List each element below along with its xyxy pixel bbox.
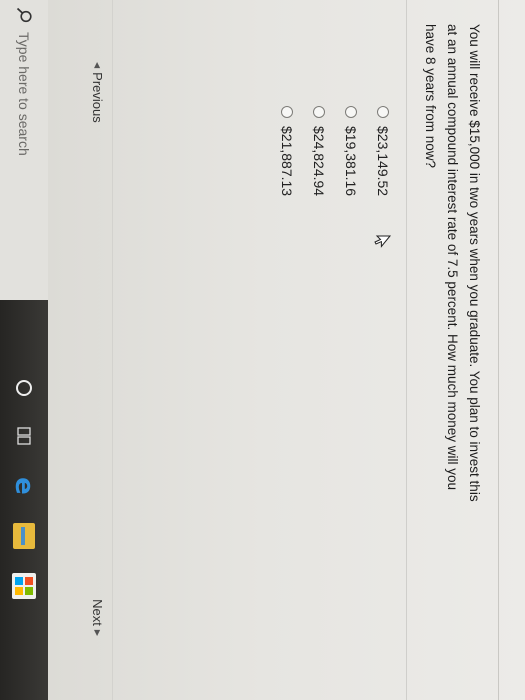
question-line-3: have 8 years from now? (423, 24, 438, 169)
previous-button[interactable]: ◀ Previous (90, 58, 105, 123)
file-explorer-button[interactable] (10, 522, 38, 550)
search-icon (16, 7, 32, 23)
radio-button[interactable] (345, 106, 357, 118)
next-label: Next (90, 599, 105, 626)
chevron-right-icon: ▶ (93, 629, 102, 636)
quiz-panel: You will receive $15,000 in two years wh… (48, 0, 525, 700)
previous-label: Previous (90, 72, 105, 123)
choice-label: $24,824.94 (311, 126, 327, 197)
choice-label: $23,149.52 (375, 126, 391, 197)
next-button[interactable]: Next ▶ (90, 599, 105, 640)
choice-label: $19,381.16 (343, 126, 359, 197)
task-view-button[interactable] (10, 422, 38, 450)
divider (498, 0, 499, 700)
chevron-left-icon: ◀ (93, 62, 102, 69)
question-text: You will receive $15,000 in two years wh… (419, 24, 485, 584)
mouse-cursor-icon (374, 235, 392, 248)
taskbar-search[interactable] (0, 0, 48, 300)
screen: You will receive $15,000 in two years wh… (0, 0, 525, 700)
radio-button[interactable] (377, 106, 389, 118)
cortana-button[interactable] (10, 374, 38, 402)
choice-4[interactable]: $21,887.13 (277, 106, 297, 196)
choice-label: $21,887.13 (279, 126, 295, 197)
choice-2[interactable]: $19,381.16 (341, 106, 361, 196)
divider (406, 0, 407, 700)
cortana-icon (16, 380, 32, 396)
choice-1[interactable]: $23,149.52 (373, 106, 393, 196)
question-line-2: at an annual compound interest rate of 7… (445, 24, 460, 491)
divider (112, 0, 113, 700)
store-icon (12, 573, 36, 599)
radio-button[interactable] (313, 106, 325, 118)
edge-button[interactable]: e (9, 472, 39, 500)
radio-button[interactable] (281, 106, 293, 118)
task-view-icon (17, 427, 31, 445)
search-input[interactable] (15, 30, 33, 294)
edge-browser-icon: e (9, 477, 39, 495)
folder-icon (13, 523, 35, 549)
choice-3[interactable]: $24,824.94 (309, 106, 329, 196)
question-line-1: You will receive $15,000 in two years wh… (467, 24, 482, 502)
taskbar: e (0, 0, 48, 700)
store-button[interactable] (10, 572, 38, 600)
